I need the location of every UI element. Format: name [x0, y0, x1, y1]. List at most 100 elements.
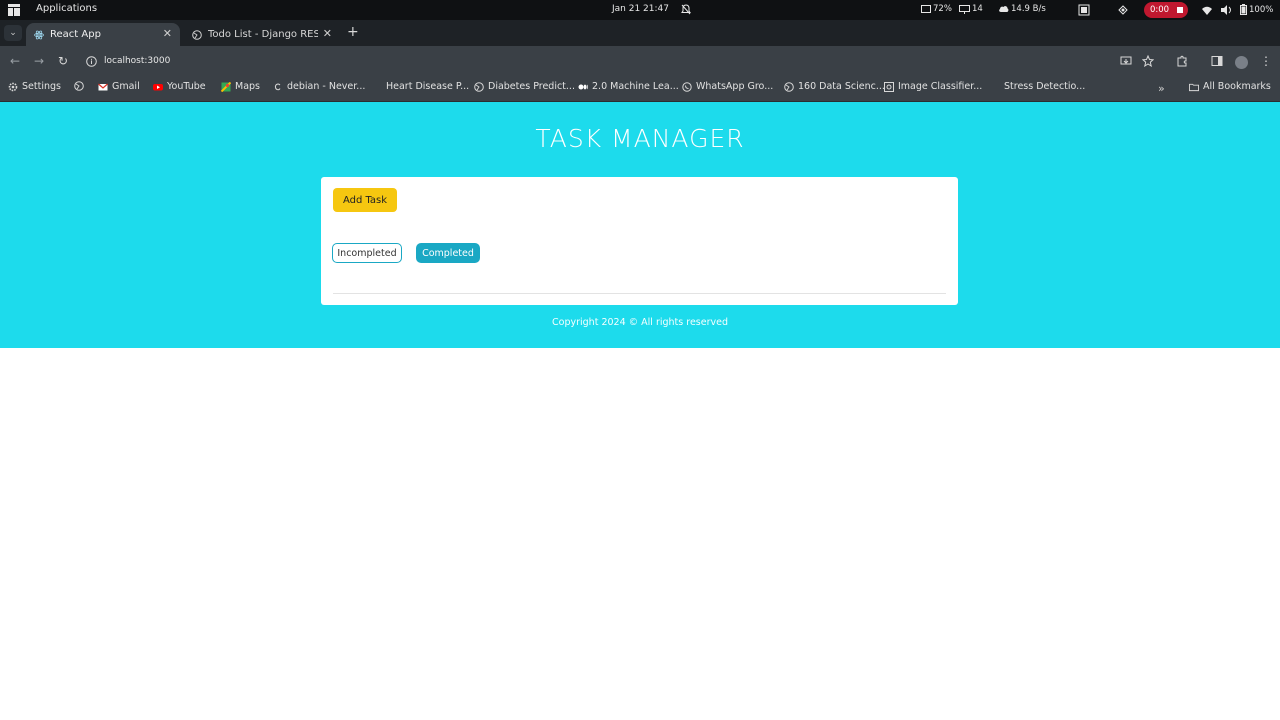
close-icon[interactable]: ✕ — [323, 27, 332, 40]
bookmark-whatsapp[interactable]: WhatsApp Gro... — [682, 81, 773, 92]
chevron-down-icon: ⌄ — [9, 28, 17, 38]
page-title: TASK MANAGER — [535, 124, 745, 153]
tab-label: Todo List - Django RES — [208, 29, 318, 40]
footer-copyright: Copyright 2024 © All rights reserved — [552, 317, 728, 328]
all-bookmarks-folder[interactable]: All Bookmarks — [1189, 81, 1271, 92]
stop-icon[interactable] — [1177, 7, 1184, 13]
close-icon[interactable]: ✕ — [163, 27, 172, 40]
bookmark-label: 2.0 Machine Lea... — [592, 81, 679, 92]
globe-icon — [474, 81, 484, 92]
network-value: 14.9 B/s — [1011, 4, 1046, 14]
bookmark-label: Image Classifier... — [898, 81, 983, 92]
apps-grid-icon[interactable] — [8, 4, 20, 16]
system-clock[interactable]: Jan 21 21:47 — [612, 4, 669, 14]
bookmark-label: Stress Detectio... — [1004, 81, 1086, 92]
battery-icon — [1240, 4, 1247, 15]
cpu-indicator: 72% — [921, 4, 952, 14]
bookmark-label: WhatsApp Gro... — [696, 81, 774, 92]
bookmark-diabetes[interactable]: Diabetes Predict... — [474, 81, 575, 92]
blank-page-icon — [372, 82, 382, 92]
install-app-icon[interactable] — [1120, 55, 1132, 67]
bookmark-settings[interactable]: Settings — [8, 81, 61, 92]
globe-icon — [192, 29, 202, 40]
cpu-icon — [921, 4, 931, 13]
side-panel-icon[interactable] — [1211, 55, 1223, 67]
gmail-icon — [98, 83, 108, 90]
new-tab-plus-icon[interactable]: + — [347, 24, 359, 40]
task-card: Add Task Incompleted Completed — [321, 177, 958, 305]
filter-incompleted-button[interactable]: Incompleted — [332, 243, 402, 263]
bookmark-machine-learning[interactable]: 2.0 Machine Lea... — [578, 81, 679, 92]
bookmark-label: Maps — [235, 81, 260, 92]
bookmark-label: Diabetes Predict... — [488, 81, 575, 92]
profile-avatar[interactable] — [1235, 56, 1248, 69]
display-indicator: 14 — [959, 4, 983, 14]
globe-icon — [74, 81, 84, 91]
tab-label: React App — [50, 29, 101, 40]
url-text[interactable]: localhost:3000 — [104, 56, 170, 66]
bookmark-stress-detection[interactable]: Stress Detectio... — [990, 81, 1085, 92]
bookmark-label: debian - Never... — [287, 81, 366, 92]
screenshot-icon[interactable] — [1078, 4, 1090, 16]
bookmark-youtube[interactable]: YouTube — [153, 81, 206, 92]
bookmark-label: 160 Data Scienc... — [798, 81, 885, 92]
chevron-double-right-icon[interactable]: » — [1158, 82, 1165, 95]
gear-icon — [8, 82, 18, 91]
bookmark-label: Gmail — [112, 81, 140, 92]
network-indicator: 14.9 B/s — [998, 4, 1046, 14]
bookmark-label: YouTube — [167, 81, 206, 92]
globe-icon — [784, 81, 794, 92]
battery-indicator[interactable]: 100% — [1240, 4, 1273, 15]
bookmark-label: All Bookmarks — [1203, 81, 1271, 92]
wifi-icon[interactable] — [1201, 4, 1213, 16]
browser-toolbar: ← → ↻ localhost:3000 ⋮ — [0, 46, 1280, 78]
screen-record-indicator[interactable]: 0:00 — [1144, 2, 1188, 18]
monitor-icon — [959, 4, 970, 14]
reload-icon[interactable]: ↻ — [56, 54, 70, 68]
debian-icon — [274, 83, 281, 90]
maps-icon — [221, 81, 231, 92]
battery-value: 100% — [1249, 4, 1274, 15]
tab-react-app[interactable]: React App ✕ — [26, 23, 180, 46]
volume-icon[interactable] — [1220, 4, 1232, 16]
back-arrow-icon[interactable]: ← — [8, 54, 22, 68]
bookmarks-bar: Settings Gmail YouTube Maps debian - Nev… — [0, 78, 1280, 102]
address-bar[interactable]: localhost:3000 — [80, 51, 1110, 73]
star-icon[interactable] — [1142, 55, 1154, 67]
card-divider — [333, 293, 946, 294]
forward-arrow-icon[interactable]: → — [32, 54, 46, 68]
youtube-icon — [153, 83, 163, 90]
folder-icon — [1189, 83, 1199, 91]
bookmark-heart-disease[interactable]: Heart Disease P... — [372, 81, 469, 92]
blank-page-icon — [990, 82, 1000, 92]
tab-strip: ⌄ React App ✕ Todo List - Django RES ✕ + — [0, 20, 1280, 46]
tab-todo-list[interactable]: Todo List - Django RES ✕ — [184, 23, 340, 46]
app-page: TASK MANAGER Add Task Incompleted Comple… — [0, 102, 1280, 348]
bookmark-gmail[interactable]: Gmail — [98, 81, 140, 92]
image-classifier-icon — [884, 81, 894, 92]
tab-search-button[interactable]: ⌄ — [4, 25, 22, 41]
display-value: 14 — [972, 4, 983, 14]
bookmark-maps[interactable]: Maps — [221, 81, 260, 92]
record-time: 0:00 — [1150, 5, 1170, 15]
medium-icon — [578, 84, 588, 89]
react-favicon-icon — [34, 30, 44, 39]
settings-tray-icon[interactable] — [1117, 4, 1129, 16]
bookmark-label: Heart Disease P... — [386, 81, 470, 92]
site-info-icon[interactable] — [86, 56, 97, 67]
whatsapp-icon — [682, 81, 692, 92]
bookmark-label: Settings — [22, 81, 61, 92]
cpu-value: 72% — [933, 4, 952, 14]
extensions-puzzle-icon[interactable] — [1176, 55, 1188, 67]
bookmark-data-science[interactable]: 160 Data Scienc... — [784, 81, 885, 92]
bookmark-globe[interactable] — [74, 81, 84, 91]
cloud-icon — [999, 6, 1009, 12]
bookmark-image-classifier[interactable]: Image Classifier... — [884, 81, 982, 92]
add-task-button[interactable]: Add Task — [333, 188, 397, 212]
applications-menu[interactable]: Applications — [36, 3, 97, 14]
bookmark-debian[interactable]: debian - Never... — [273, 81, 365, 92]
system-top-bar: Applications Jan 21 21:47 72% 14 14.9 B/… — [0, 0, 1280, 20]
bell-icon[interactable] — [681, 4, 691, 15]
filter-completed-button[interactable]: Completed — [416, 243, 480, 263]
kebab-menu-icon[interactable]: ⋮ — [1259, 54, 1273, 68]
